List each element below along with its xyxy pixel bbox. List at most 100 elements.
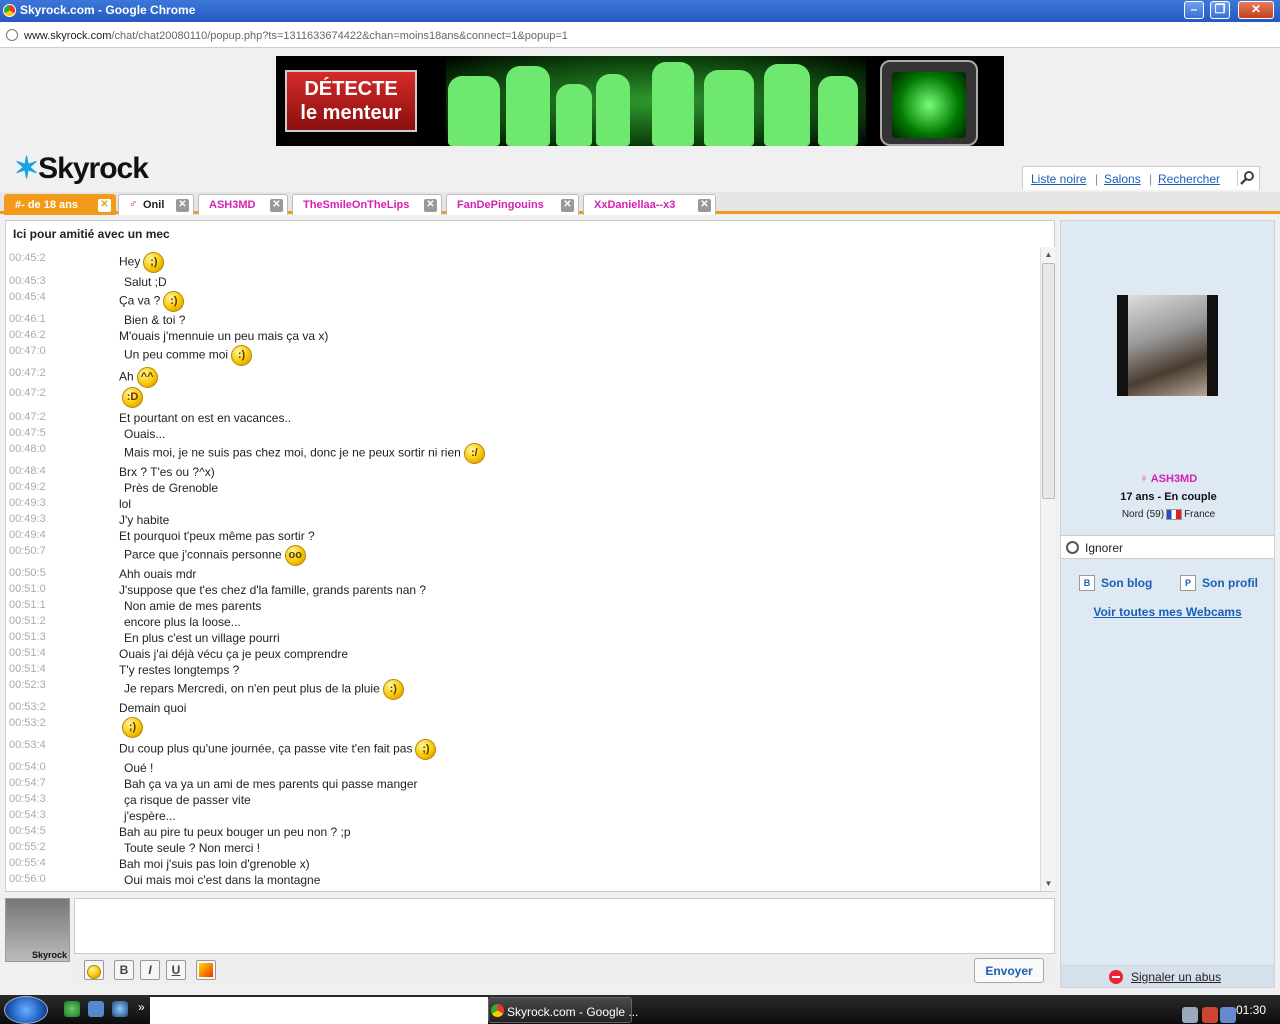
message-author-mask <box>46 699 118 715</box>
link-rechercher[interactable]: Rechercher <box>1158 172 1220 186</box>
color-button[interactable] <box>196 960 216 980</box>
show-desktop-icon[interactable] <box>88 1001 104 1017</box>
chevron-right-icon[interactable]: » <box>138 1000 145 1014</box>
message-author-mask <box>46 759 118 775</box>
message-text-wrap: J'y habite <box>119 513 169 527</box>
tab-thesmileonthelips[interactable]: TheSmileOnTheLips ✕ <box>292 194 442 215</box>
message-text-wrap: Bah au pire tu peux bouger un peu non ? … <box>119 825 351 839</box>
taskbar-chrome-item[interactable]: Skyrock.com - Google ... <box>488 997 638 1023</box>
close-tab-icon[interactable]: ✕ <box>176 199 189 212</box>
minimize-button[interactable]: – <box>1184 1 1204 19</box>
ad-phone-image <box>880 60 978 146</box>
chat-message: 00:50:5 Ahh ouais mdr <box>6 565 1036 581</box>
message-text-wrap: T'y restes longtemps ? <box>119 663 239 677</box>
username-text: ASH3MD <box>1150 473 1198 485</box>
message-text-wrap: Oui mais moi c'est dans la montagne <box>124 873 320 887</box>
message-author-mask <box>46 737 118 753</box>
message-text: Un peu comme moi <box>124 347 229 362</box>
message-author-mask <box>46 645 118 661</box>
message-time: 00:54:5 <box>9 825 46 837</box>
message-time: 00:45:2 <box>9 252 46 264</box>
close-tab-icon[interactable]: ✕ <box>270 199 283 212</box>
restore-button[interactable]: ❐ <box>1210 1 1230 19</box>
link-liste-noire[interactable]: Liste noire <box>1031 172 1086 186</box>
chat-message: 00:55:4 Bah moi j'suis pas loin d'grenobl… <box>6 855 1036 871</box>
chrome-icon <box>491 1004 504 1017</box>
message-text-wrap: Un peu comme moi:) <box>124 345 253 366</box>
message-text: Bah moi j'suis pas loin d'grenoble x) <box>119 857 310 871</box>
message-text-wrap: Ouais j'ai déjà vécu ça je peux comprend… <box>119 647 348 661</box>
tab-label: Onil <box>143 199 165 211</box>
message-author-mask <box>46 629 118 645</box>
chat-message: 00:54:7 Bah ça va ya un ami de mes parent… <box>6 775 1036 791</box>
ad-banner[interactable]: DÉTECTE le menteur <box>276 56 1004 146</box>
message-input[interactable] <box>74 898 1055 954</box>
message-author-mask <box>46 289 118 305</box>
message-text: J'suppose que t'es chez d'la famille, gr… <box>119 583 427 597</box>
tab-ash3md[interactable]: ASH3MD ✕ <box>198 194 288 215</box>
message-text: Mais moi, je ne suis pas chez moi, donc … <box>124 445 461 460</box>
message-time: 00:49:3 <box>9 513 46 525</box>
link-salons[interactable]: Salons <box>1104 172 1141 186</box>
close-tab-icon[interactable]: ✕ <box>98 199 111 212</box>
logo-text: Skyrock <box>38 152 149 185</box>
chat-message: 00:54:5 Bah au pire tu peux bouger un peu… <box>6 823 1036 839</box>
smiley-eyes-icon: oo <box>284 545 306 566</box>
message-time: 00:54:3 <box>9 809 46 821</box>
ie-icon[interactable] <box>112 1001 128 1017</box>
bold-button[interactable]: B <box>114 960 134 980</box>
message-time: 00:49:3 <box>9 497 46 509</box>
close-tab-icon[interactable]: ✕ <box>561 199 574 212</box>
close-tab-icon[interactable]: ✕ <box>424 199 437 212</box>
smiley-button[interactable] <box>84 960 104 980</box>
son-blog-link[interactable]: Son blog <box>1101 576 1152 590</box>
start-button[interactable] <box>4 996 48 1024</box>
message-text-wrap: Et pourtant on est en vacances.. <box>119 411 291 425</box>
wrench-icon[interactable] <box>1237 170 1255 186</box>
message-text-wrap: Près de Grenoble <box>124 481 218 495</box>
scrollbar-thumb[interactable] <box>1042 263 1055 499</box>
webcams-link[interactable]: Voir toutes mes Webcams <box>1061 605 1274 619</box>
underline-button[interactable]: U <box>166 960 186 980</box>
tab-label: #- de 18 ans <box>15 199 78 211</box>
message-text-wrap: :D <box>119 387 143 408</box>
scroll-up-icon[interactable]: ▲ <box>1042 248 1055 261</box>
message-time: 00:54:7 <box>9 777 46 789</box>
logo-star-icon: ✶ <box>14 152 39 185</box>
address-bar[interactable]: www.skyrock.com/chat/chat20080110/popup.… <box>0 22 1280 48</box>
italic-button[interactable]: I <box>140 960 160 980</box>
message-text-wrap: Bah ça va ya un ami de mes parents qui p… <box>124 777 418 791</box>
tab-xxdaniellaa[interactable]: XxDaniellaa--x3 ✕ <box>583 194 716 215</box>
close-window-button[interactable]: ✕ <box>1238 1 1274 19</box>
skyrock-logo[interactable]: ✶Skyrock <box>14 151 149 186</box>
antivirus-icon[interactable] <box>1202 1007 1218 1023</box>
quicklaunch-icon[interactable] <box>64 1001 80 1017</box>
message-author-mask <box>46 823 118 839</box>
network-icon[interactable] <box>1182 1007 1198 1023</box>
chat-message: 00:49:3 J'y habite <box>6 511 1036 527</box>
message-text-wrap: Je repars Mercredi, on n'en peut plus de… <box>124 679 404 700</box>
tab-label: FanDePingouins <box>457 199 544 211</box>
message-text: Ahh ouais mdr <box>119 567 197 581</box>
volume-icon[interactable] <box>1220 1007 1236 1023</box>
scroll-down-icon[interactable]: ▼ <box>1042 877 1055 890</box>
message-author-mask <box>46 273 118 289</box>
son-profil-link[interactable]: Son profil <box>1202 576 1258 590</box>
tab-fandepingouins[interactable]: FanDePingouins ✕ <box>446 194 579 215</box>
chat-scrollbar[interactable]: ▲ ▼ <box>1040 247 1055 891</box>
message-author-mask <box>46 715 118 731</box>
tab-moins-18-ans[interactable]: #- de 18 ans ✕ <box>4 194 116 215</box>
ignore-button[interactable]: Ignorer <box>1061 535 1274 559</box>
close-tab-icon[interactable]: ✕ <box>698 199 711 212</box>
profile-username[interactable]: ♀ ASH3MD <box>1061 473 1276 485</box>
message-text-wrap: Brx ? T'es ou ?^x) <box>119 465 215 479</box>
message-text-wrap: Ouais... <box>124 427 165 441</box>
report-abuse-button[interactable]: Signaler un abus <box>1061 965 1274 987</box>
send-button[interactable]: Envoyer <box>974 958 1044 983</box>
ad-headline: DÉTECTE le menteur <box>285 70 417 132</box>
message-time: 00:51:1 <box>9 599 46 611</box>
message-text-wrap: ;) <box>119 717 143 738</box>
smiley-wink-icon: ;) <box>415 739 437 760</box>
tab-onil[interactable]: ♂ Onil ✕ <box>118 194 194 215</box>
profile-photo[interactable] <box>1117 295 1218 396</box>
